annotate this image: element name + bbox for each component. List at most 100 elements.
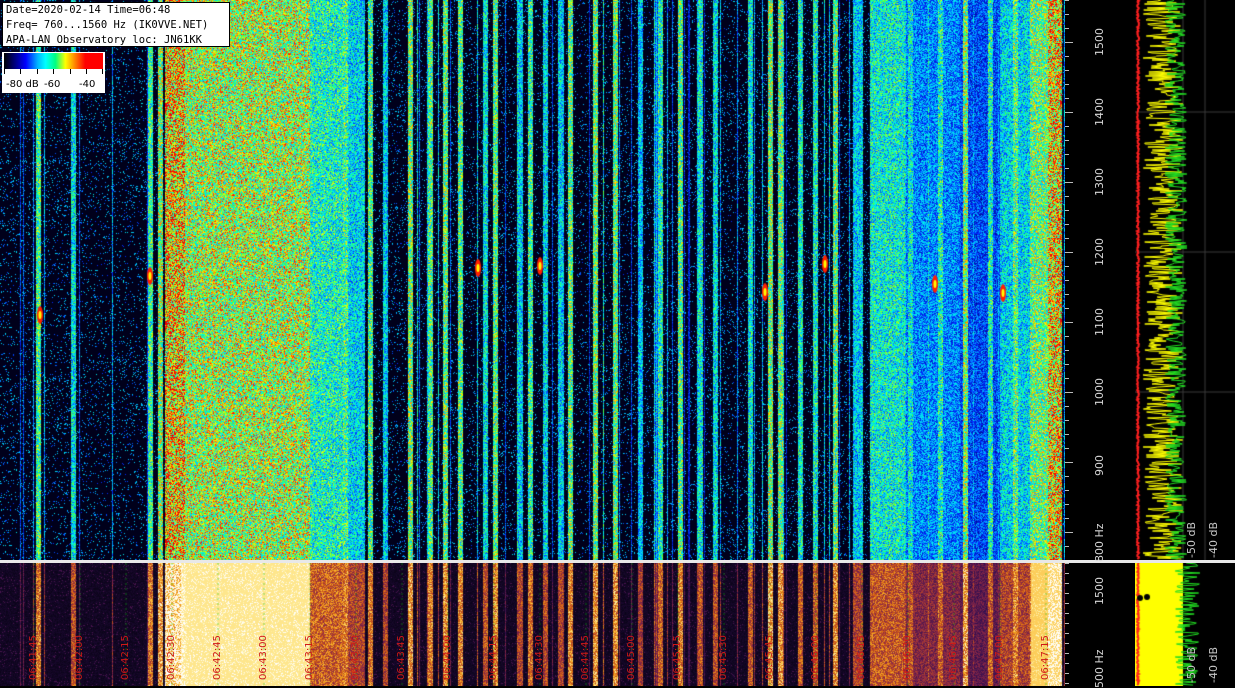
freq-minor-tick xyxy=(1065,448,1069,449)
spectrum-trace-main xyxy=(1135,0,1235,560)
freq-minor-tick xyxy=(1065,84,1069,85)
freq-minor-tick xyxy=(1065,663,1069,664)
time-tick-label: 06:43:45 xyxy=(396,635,407,680)
time-tick-label: 06:45:30 xyxy=(718,635,729,680)
time-tick-label: 06:47:00 xyxy=(994,635,1005,680)
freq-minor-tick xyxy=(1065,406,1069,407)
freq-tick-label: 500 Hz xyxy=(1093,649,1106,688)
time-tick-label: 06:44:45 xyxy=(580,635,591,680)
freq-minor-tick xyxy=(1065,434,1069,435)
time-tick-label: 06:46:30 xyxy=(902,635,913,680)
freq-minor-tick xyxy=(1065,532,1069,533)
freq-minor-tick xyxy=(1065,392,1069,393)
freq-minor-tick xyxy=(1065,224,1069,225)
time-tick-label: 06:44:15 xyxy=(488,635,499,680)
freq-minor-tick xyxy=(1065,573,1069,574)
freq-minor-tick xyxy=(1065,643,1069,644)
freq-minor-tick xyxy=(1065,56,1069,57)
freq-minor-tick xyxy=(1065,196,1069,197)
freq-minor-tick xyxy=(1065,294,1069,295)
color-scale-ticks xyxy=(4,69,103,75)
freq-minor-tick xyxy=(1065,563,1069,564)
legend-label-max: -40 xyxy=(79,79,96,90)
freq-minor-tick xyxy=(1065,420,1069,421)
time-tick-label: 06:44:30 xyxy=(534,635,545,680)
time-tick-label: 06:45:00 xyxy=(626,635,637,680)
freq-minor-tick xyxy=(1065,154,1069,155)
freq-minor-tick xyxy=(1065,0,1069,1)
freq-minor-tick xyxy=(1065,182,1069,183)
freq-minor-tick xyxy=(1065,476,1069,477)
spectrum-panel-bottom: -50 dB -40 dB xyxy=(1135,563,1235,686)
legend-label-min: -80 dB xyxy=(6,79,39,90)
frequency-axis-bottom: 1500 500 Hz xyxy=(1065,563,1135,688)
freq-minor-tick xyxy=(1065,126,1069,127)
freq-tick-label: 1100 xyxy=(1093,308,1106,336)
freq-minor-tick xyxy=(1065,112,1069,113)
freq-minor-tick xyxy=(1065,350,1069,351)
freq-minor-tick xyxy=(1065,683,1069,684)
waterfall-bottom: 06:41:45 06:42:00 06:42:15 06:42:30 06:42:45… xyxy=(0,563,1065,686)
time-tick-label: 06:46:15 xyxy=(856,635,867,680)
freq-minor-tick xyxy=(1065,280,1069,281)
spectrum-db-label: -50 dB xyxy=(1185,647,1198,683)
waterfall-main xyxy=(0,0,1065,560)
info-date-time: Date=2020-02-14 Time=06:48 xyxy=(6,4,171,16)
freq-minor-tick xyxy=(1065,168,1069,169)
freq-minor-tick xyxy=(1065,518,1069,519)
freq-tick-label: 1500 xyxy=(1093,28,1106,56)
freq-minor-tick xyxy=(1065,140,1069,141)
spectrum-db-label: -50 dB xyxy=(1185,522,1198,558)
info-observatory: APA-LAN Observatory loc: JN61KK xyxy=(6,34,202,46)
freq-minor-tick xyxy=(1065,653,1069,654)
freq-tick-label: 1200 xyxy=(1093,238,1106,266)
time-tick-label: 06:41:45 xyxy=(28,635,39,680)
freq-minor-tick xyxy=(1065,308,1069,309)
freq-minor-tick xyxy=(1065,98,1069,99)
freq-minor-tick xyxy=(1065,593,1069,594)
info-frequency: Freq= 760...1560 Hz (IK0VVE.NET) xyxy=(6,19,209,31)
color-scale-legend: -80 dB -60 -40 xyxy=(2,52,105,93)
freq-tick-label: 800 Hz xyxy=(1093,523,1106,562)
freq-minor-tick xyxy=(1065,210,1069,211)
freq-minor-tick xyxy=(1065,546,1069,547)
info-box: Date=2020-02-14 Time=06:48 Freq= 760...1… xyxy=(2,2,230,47)
time-tick-label: 06:43:00 xyxy=(258,635,269,680)
time-tick-label: 06:47:15 xyxy=(1040,635,1051,680)
freq-tick-label: 1400 xyxy=(1093,98,1106,126)
waterfall-main-canvas xyxy=(0,0,1065,560)
freq-minor-tick xyxy=(1065,613,1069,614)
color-scale-bar xyxy=(4,53,103,69)
time-tick-label: 06:42:30 xyxy=(166,635,177,680)
time-tick-label: 06:42:00 xyxy=(74,635,85,680)
time-tick-label: 06:45:15 xyxy=(672,635,683,680)
spectrum-panel-main: -50 dB -40 dB xyxy=(1135,0,1235,560)
freq-minor-tick xyxy=(1065,462,1069,463)
freq-minor-tick xyxy=(1065,266,1069,267)
legend-label-mid: -60 xyxy=(44,79,61,90)
time-tick-label: 06:43:30 xyxy=(350,635,361,680)
time-tick-label: 06:42:15 xyxy=(120,635,131,680)
freq-minor-tick xyxy=(1065,490,1069,491)
time-tick-label: 06:46:00 xyxy=(810,635,821,680)
freq-tick-label: 900 xyxy=(1093,455,1106,476)
freq-minor-tick xyxy=(1065,583,1069,584)
spectrum-db-label: -40 dB xyxy=(1207,522,1220,558)
freq-tick-label: 1000 xyxy=(1093,378,1106,406)
freq-minor-tick xyxy=(1065,378,1069,379)
freq-minor-tick xyxy=(1065,336,1069,337)
time-tick-label: 06:45:45 xyxy=(764,635,775,680)
freq-minor-tick xyxy=(1065,603,1069,604)
freq-minor-tick xyxy=(1065,322,1069,323)
freq-minor-tick xyxy=(1065,252,1069,253)
freq-minor-tick xyxy=(1065,623,1069,624)
spectrum-db-label: -40 dB xyxy=(1207,647,1220,683)
freq-minor-tick xyxy=(1065,28,1069,29)
freq-minor-tick xyxy=(1065,364,1069,365)
time-tick-label: 06:42:45 xyxy=(212,635,223,680)
frequency-axis-main: 1500 1400 1300 1200 1100 1000 900 800 Hz xyxy=(1065,0,1135,562)
freq-minor-tick xyxy=(1065,633,1069,634)
freq-minor-tick xyxy=(1065,14,1069,15)
freq-minor-tick xyxy=(1065,673,1069,674)
freq-minor-tick xyxy=(1065,238,1069,239)
